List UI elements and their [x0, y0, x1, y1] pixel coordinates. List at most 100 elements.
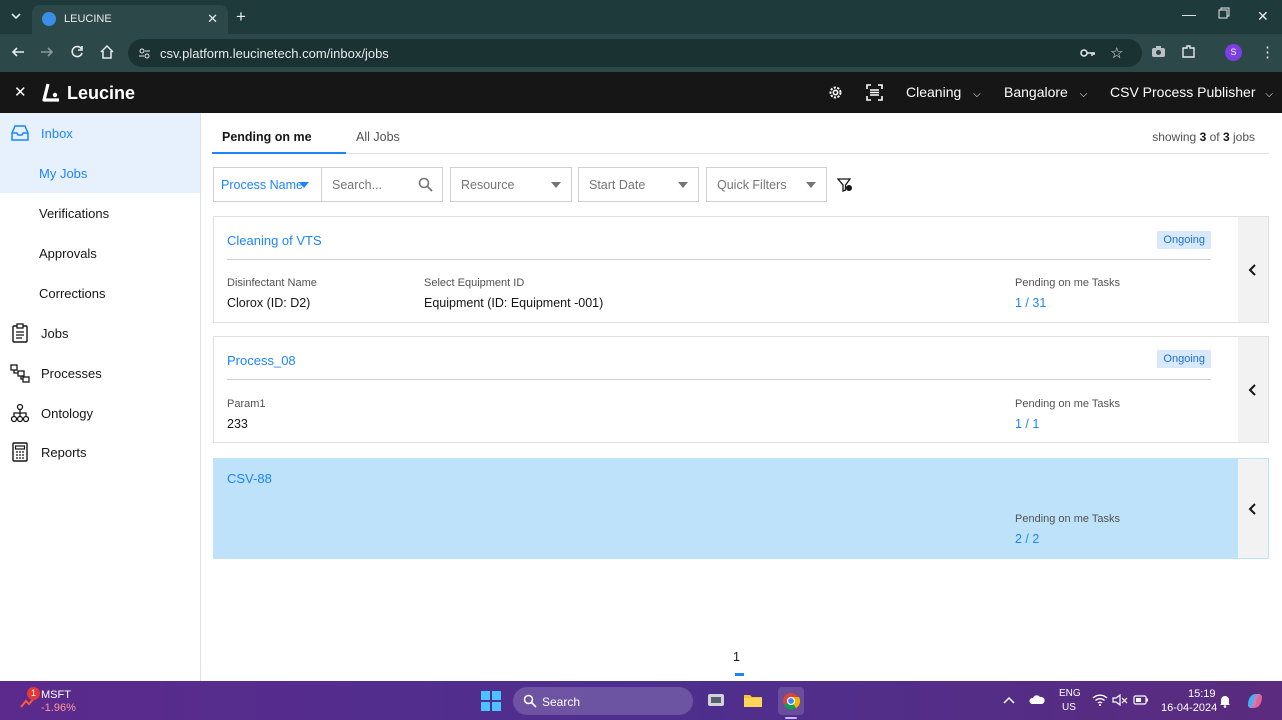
stock-widget[interactable]: 1 MSFT -1.96% [18, 687, 88, 715]
browser-tab-bar: LEUCINE ✕ + — ✕ [0, 0, 1282, 34]
wifi-icon[interactable] [1092, 694, 1108, 706]
back-icon[interactable] [10, 44, 26, 60]
job-tabs: Pending on me All Jobs [212, 122, 1269, 154]
search-icon[interactable] [418, 177, 433, 192]
pending-tasks-label: Pending on me Tasks [1015, 277, 1120, 289]
reload-icon[interactable] [69, 44, 85, 60]
pagination-page[interactable]: 1 [733, 650, 740, 664]
camera-extension-icon[interactable] [1151, 45, 1166, 58]
job-card[interactable]: Process_08 Ongoing Param1 233 Pending on… [213, 336, 1269, 443]
password-key-icon[interactable] [1080, 46, 1096, 60]
sidebar-item-verifications[interactable]: Verifications [0, 193, 200, 233]
stock-change: -1.96% [41, 702, 76, 714]
leucine-logo-icon [42, 83, 62, 103]
search-icon [523, 694, 537, 708]
language-bottom: US [1062, 702, 1076, 713]
clock-time[interactable]: 15:19 [1188, 688, 1216, 700]
filter-settings-icon[interactable] [837, 177, 853, 193]
taskbar-search[interactable]: Search [513, 687, 693, 715]
brand-name: Leucine [67, 83, 136, 103]
tab-all-jobs[interactable]: All Jobs [346, 122, 436, 154]
job-card[interactable]: CSV-88 Pending on me Tasks 2 / 2 [213, 458, 1269, 559]
show-hidden-icons-icon[interactable] [1003, 695, 1015, 705]
tab-pending-on-me[interactable]: Pending on me [212, 122, 346, 154]
sidebar-item-jobs[interactable]: Jobs [0, 313, 200, 353]
caret-down-icon [551, 182, 561, 188]
job-title[interactable]: Process_08 [227, 353, 296, 368]
maximize-icon[interactable] [1218, 7, 1230, 19]
chevron-left-icon [1248, 264, 1258, 276]
home-icon[interactable] [99, 44, 115, 60]
search-input[interactable]: Search... [322, 167, 443, 202]
settings-gear-icon[interactable] [827, 84, 844, 101]
facility-dropdown[interactable]: Cleaning ⌵ [906, 84, 981, 100]
sidebar-item-ontology[interactable]: Ontology [0, 393, 200, 433]
notification-bell-icon[interactable] [1219, 694, 1231, 708]
close-app-icon[interactable]: ✕ [14, 83, 27, 101]
facility-label: Cleaning [906, 84, 962, 100]
taskbar-search-label: Search [542, 695, 581, 709]
browser-tab[interactable]: LEUCINE ✕ [32, 5, 228, 34]
new-tab-icon[interactable]: + [236, 7, 246, 27]
pending-tasks-count[interactable]: 1 / 31 [1015, 296, 1046, 310]
windows-start-icon[interactable] [481, 691, 501, 711]
pending-tasks-count[interactable]: 2 / 2 [1015, 532, 1039, 546]
site-info-icon[interactable] [138, 47, 151, 60]
forward-icon[interactable] [39, 44, 55, 60]
file-explorer-icon[interactable] [743, 692, 763, 708]
param-value: Clorox (ID: D2) [227, 296, 311, 310]
location-dropdown[interactable]: Bangalore ⌵ [1004, 84, 1087, 100]
bookmark-star-icon[interactable]: ☆ [1110, 44, 1123, 62]
pending-tasks-count[interactable]: 1 / 1 [1015, 417, 1039, 431]
browser-menu-icon[interactable]: ⋮ [1260, 43, 1275, 61]
volume-muted-icon[interactable] [1112, 694, 1128, 706]
resource-label: Resource [461, 178, 515, 192]
pending-tasks-label: Pending on me Tasks [1015, 398, 1120, 410]
sidebar-item-inbox[interactable]: Inbox [0, 113, 200, 153]
battery-icon[interactable] [1133, 695, 1149, 705]
tab-label: All Jobs [356, 130, 400, 144]
url-text: csv.platform.leucinetech.com/inbox/jobs [160, 46, 389, 61]
language-top[interactable]: ENG [1059, 688, 1081, 699]
sidebar-item-processes[interactable]: Processes [0, 353, 200, 393]
resource-filter[interactable]: Resource [450, 167, 572, 202]
sidebar-item-approvals[interactable]: Approvals [0, 233, 200, 273]
quick-filters-filter[interactable]: Quick Filters [706, 167, 827, 202]
param-value: 233 [227, 417, 248, 431]
job-title[interactable]: CSV-88 [227, 471, 272, 486]
job-card[interactable]: Cleaning of VTS Ongoing Disinfectant Nam… [213, 216, 1269, 323]
omnibox[interactable]: csv.platform.leucinetech.com/inbox/jobs … [128, 39, 1142, 67]
stock-name: MSFT [41, 689, 71, 701]
user-role-dropdown[interactable]: CSV Process Publisher ⌵ [1110, 84, 1273, 100]
sidebar-item-label: Verifications [39, 206, 110, 221]
onedrive-cloud-icon[interactable] [1029, 694, 1045, 705]
report-icon [10, 442, 30, 462]
sidebar-item-reports[interactable]: Reports [0, 432, 200, 472]
sidebar: Inbox My Jobs Verifications Approvals Co… [0, 113, 201, 681]
flow-icon [10, 363, 30, 383]
notification-badge: 1 [27, 687, 40, 700]
expand-panel[interactable] [1238, 459, 1268, 558]
scanner-icon[interactable] [866, 84, 883, 101]
chevron-down-icon: ⌵ [1079, 89, 1088, 100]
sidebar-item-corrections[interactable]: Corrections [0, 273, 200, 313]
sidebar-item-my-jobs[interactable]: My Jobs [0, 153, 200, 193]
location-label: Bangalore [1004, 84, 1068, 100]
copilot-icon[interactable] [1245, 691, 1265, 711]
expand-panel[interactable] [1238, 337, 1268, 442]
minimize-icon[interactable]: — [1182, 6, 1196, 22]
tab-label: Pending on me [222, 130, 312, 144]
start-date-filter[interactable]: Start Date [578, 167, 699, 202]
job-title[interactable]: Cleaning of VTS [227, 233, 322, 248]
task-view-icon[interactable] [707, 692, 725, 708]
close-tab-icon[interactable]: ✕ [207, 11, 218, 27]
expand-panel[interactable] [1238, 217, 1268, 322]
process-name-filter[interactable]: Process Name [213, 167, 322, 202]
sidebar-item-label: Inbox [41, 126, 73, 141]
tab-search-icon[interactable] [9, 9, 23, 23]
close-window-icon[interactable]: ✕ [1257, 8, 1269, 25]
caret-down-icon [299, 182, 309, 188]
chrome-app-icon[interactable] [778, 687, 804, 715]
profile-avatar[interactable]: S [1225, 44, 1242, 61]
extensions-icon[interactable] [1181, 44, 1196, 59]
